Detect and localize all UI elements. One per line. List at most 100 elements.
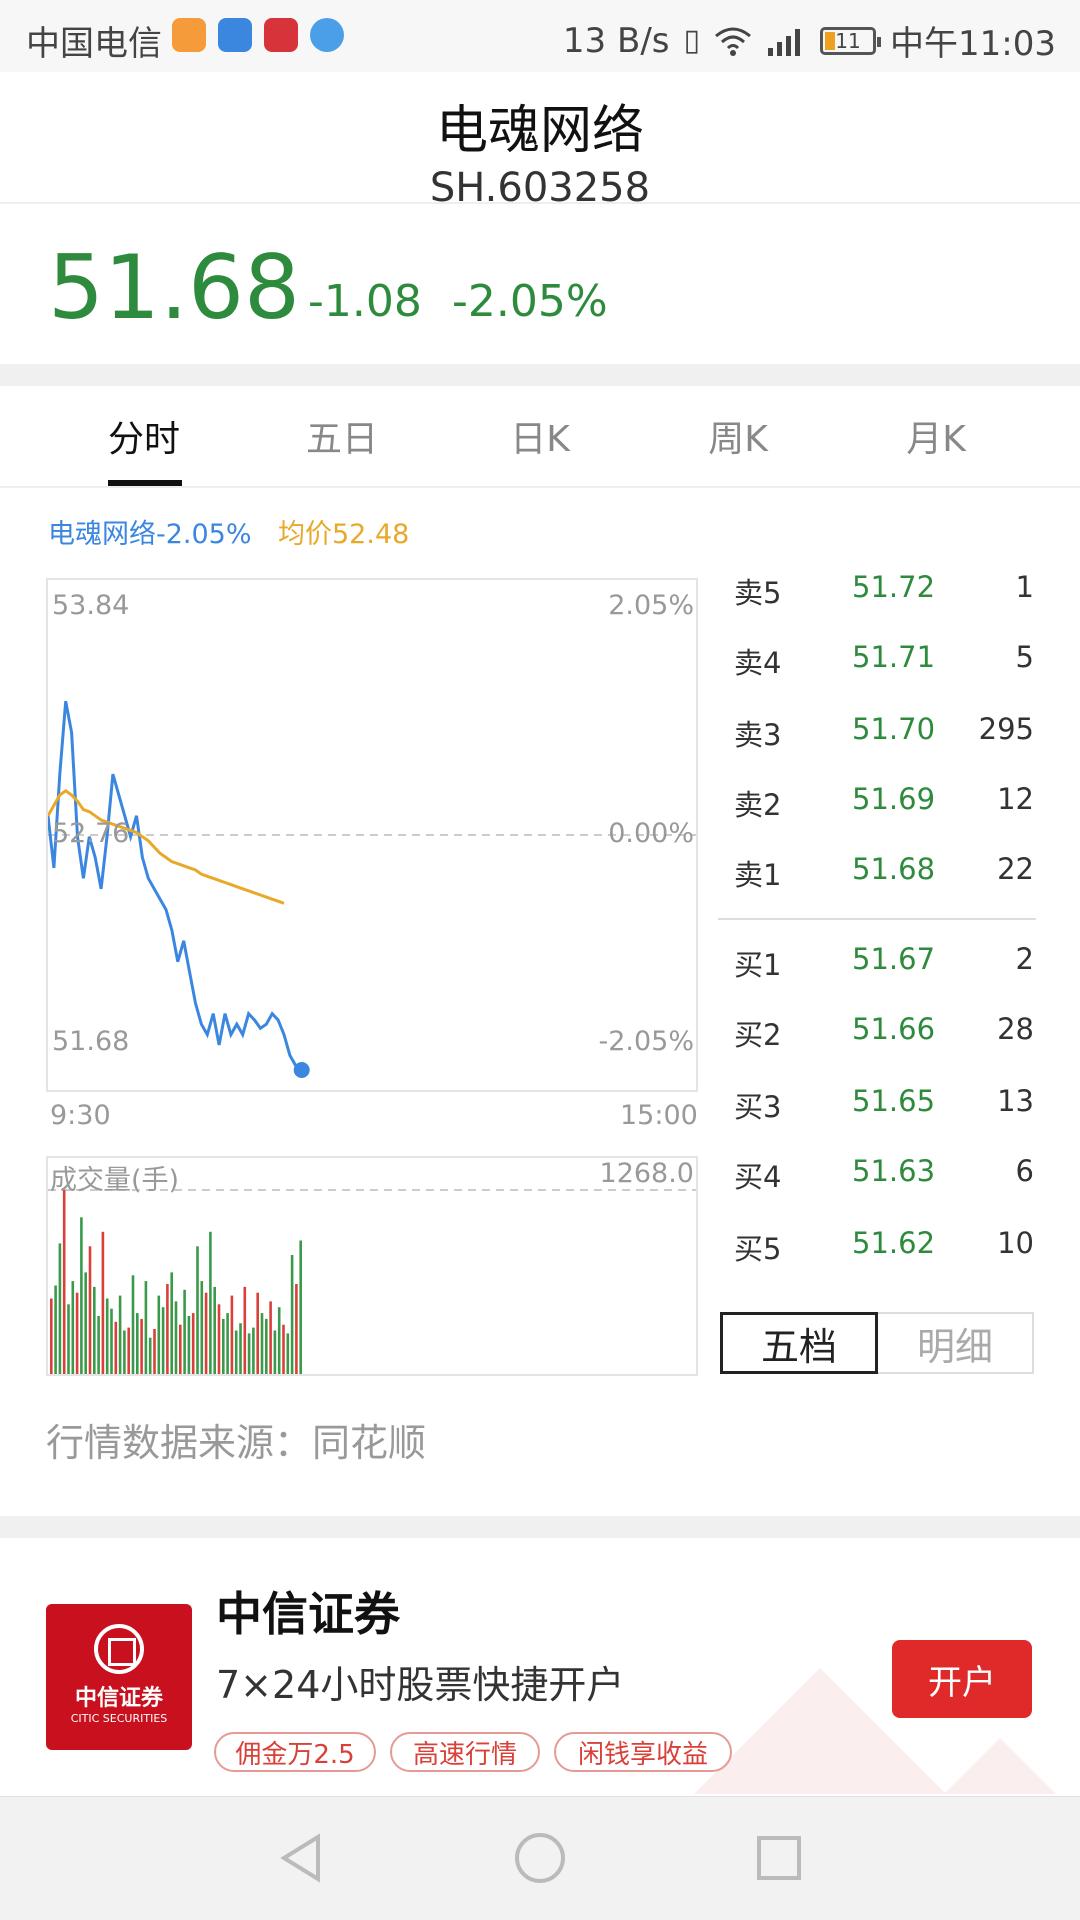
ask-row: 卖4 51.71 5 bbox=[728, 640, 1038, 684]
volume-bar bbox=[127, 1327, 130, 1374]
price-panel: 51.68 -1.08 -2.05% bbox=[0, 206, 1080, 364]
ask-qty: 22 bbox=[997, 852, 1034, 886]
bid-row: 买2 51.66 28 bbox=[728, 1012, 1038, 1056]
pct-axis-mid: 0.00% bbox=[608, 818, 694, 849]
video-app-icon bbox=[172, 18, 206, 52]
volume-bar bbox=[260, 1313, 264, 1374]
ask-label: 卖2 bbox=[734, 788, 782, 822]
volume-bar bbox=[157, 1295, 161, 1374]
signal-icon bbox=[768, 28, 801, 56]
volume-bar bbox=[161, 1307, 165, 1374]
open-account-button[interactable]: 开户 bbox=[892, 1640, 1032, 1718]
volume-bar bbox=[54, 1285, 57, 1374]
wifi-icon bbox=[715, 27, 751, 56]
volume-bar bbox=[114, 1321, 118, 1374]
bid-label: 买4 bbox=[734, 1160, 782, 1194]
tab-daily-k[interactable]: 日K bbox=[460, 410, 620, 462]
volume-chart[interactable]: 成交量(手) 1268.0 bbox=[46, 1156, 698, 1376]
tab-five-day[interactable]: 五日 bbox=[262, 410, 422, 462]
y-axis-low: 51.68 bbox=[52, 1026, 130, 1057]
volume-bar bbox=[183, 1289, 186, 1374]
volume-bar bbox=[269, 1301, 272, 1374]
bid-row: 买3 51.65 13 bbox=[728, 1084, 1038, 1128]
volume-bar bbox=[50, 1298, 53, 1374]
back-icon[interactable] bbox=[276, 1833, 326, 1883]
bid-price: 51.62 bbox=[852, 1226, 936, 1260]
tab-weekly-k[interactable]: 周K bbox=[658, 410, 818, 462]
home-icon[interactable] bbox=[514, 1832, 566, 1884]
volume-bar bbox=[222, 1318, 225, 1374]
ad-tag: 高速行情 bbox=[390, 1732, 540, 1772]
volume-bar bbox=[75, 1292, 79, 1374]
bid-price: 51.65 bbox=[852, 1084, 936, 1118]
volume-max: 1268.0 bbox=[599, 1158, 694, 1189]
ask-row: 卖2 51.69 12 bbox=[728, 782, 1038, 826]
volume-bar bbox=[196, 1246, 199, 1374]
ask-row: 卖5 51.72 1 bbox=[728, 570, 1038, 614]
bid-qty: 28 bbox=[997, 1012, 1034, 1046]
volume-bar bbox=[179, 1324, 182, 1374]
stock-header: 电魂网络 SH.603258 bbox=[0, 72, 1080, 211]
price-change-percent: -2.05% bbox=[452, 276, 608, 327]
bid-label: 买5 bbox=[734, 1232, 782, 1266]
volume-bar bbox=[265, 1318, 268, 1374]
bid-row: 买1 51.67 2 bbox=[728, 942, 1038, 986]
details-toggle[interactable]: 明细 bbox=[878, 1312, 1034, 1374]
ask-label: 卖1 bbox=[734, 858, 782, 892]
ad-tag: 佣金万2.5 bbox=[214, 1732, 376, 1772]
citic-emblem-icon bbox=[94, 1624, 144, 1674]
bid-price: 51.66 bbox=[852, 1012, 936, 1046]
volume-bar bbox=[295, 1284, 298, 1374]
ask-qty: 1 bbox=[1015, 570, 1034, 604]
volume-bar bbox=[105, 1298, 109, 1374]
bid-qty: 13 bbox=[997, 1084, 1034, 1118]
broker-ad[interactable]: 中信证券 CITIC SECURITIES 中信证券 7×24小时股票快捷开户 … bbox=[0, 1538, 1080, 1794]
ask-row: 卖3 51.70 295 bbox=[728, 712, 1038, 756]
legend-avg: 均价52.48 bbox=[278, 519, 410, 550]
volume-bar bbox=[110, 1308, 113, 1374]
volume-bar bbox=[282, 1324, 285, 1374]
volume-bar bbox=[252, 1327, 255, 1374]
volume-bar bbox=[101, 1231, 105, 1374]
bid-qty: 10 bbox=[997, 1226, 1034, 1260]
ad-tag: 闲钱享收益 bbox=[554, 1732, 732, 1772]
volume-bar bbox=[148, 1337, 152, 1374]
volume-bar bbox=[144, 1281, 148, 1374]
volume-bar bbox=[290, 1255, 294, 1374]
volume-bar bbox=[84, 1272, 87, 1374]
bid-label: 买1 bbox=[734, 948, 782, 982]
volume-bar bbox=[243, 1286, 247, 1374]
time-start: 9:30 bbox=[50, 1100, 111, 1131]
legend-price: 电魂网络-2.05% bbox=[48, 519, 252, 550]
ask-label: 卖3 bbox=[734, 718, 782, 752]
ask-label: 卖5 bbox=[734, 576, 782, 610]
citic-logo: 中信证券 CITIC SECURITIES bbox=[46, 1604, 192, 1750]
bid-label: 买2 bbox=[734, 1018, 782, 1052]
volume-bar bbox=[131, 1275, 135, 1374]
tab-monthly-k[interactable]: 月K bbox=[856, 410, 1016, 462]
volume-bar bbox=[67, 1304, 70, 1374]
volume-bar bbox=[256, 1292, 259, 1374]
volume-bar bbox=[153, 1329, 156, 1374]
section-divider bbox=[0, 1516, 1080, 1538]
volume-bar bbox=[273, 1330, 277, 1374]
volume-bar bbox=[71, 1281, 75, 1374]
volume-bar bbox=[58, 1243, 62, 1374]
volume-bar bbox=[187, 1316, 191, 1374]
intraday-chart[interactable]: 53.84 52.76 51.68 2.05% 0.00% -2.05% bbox=[46, 578, 698, 1092]
net-speed: 13 B/s bbox=[562, 20, 670, 61]
volume-bar bbox=[217, 1304, 221, 1374]
five-level-toggle[interactable]: 五档 bbox=[720, 1312, 878, 1374]
ask-price: 51.72 bbox=[852, 570, 936, 604]
data-source-note: 行情数据来源：同花顺 bbox=[46, 1421, 427, 1465]
pct-axis-high: 2.05% bbox=[608, 590, 694, 621]
clock: 中午11:03 bbox=[890, 24, 1056, 64]
active-tab-indicator bbox=[108, 480, 182, 486]
tab-intraday[interactable]: 分时 bbox=[64, 410, 224, 462]
volume-bar bbox=[123, 1330, 126, 1374]
volume-title: 成交量(手) bbox=[50, 1165, 180, 1196]
volume-bar bbox=[230, 1295, 234, 1374]
volume-bar bbox=[88, 1246, 92, 1374]
volume-bar bbox=[200, 1281, 204, 1374]
recents-icon[interactable] bbox=[756, 1835, 802, 1881]
